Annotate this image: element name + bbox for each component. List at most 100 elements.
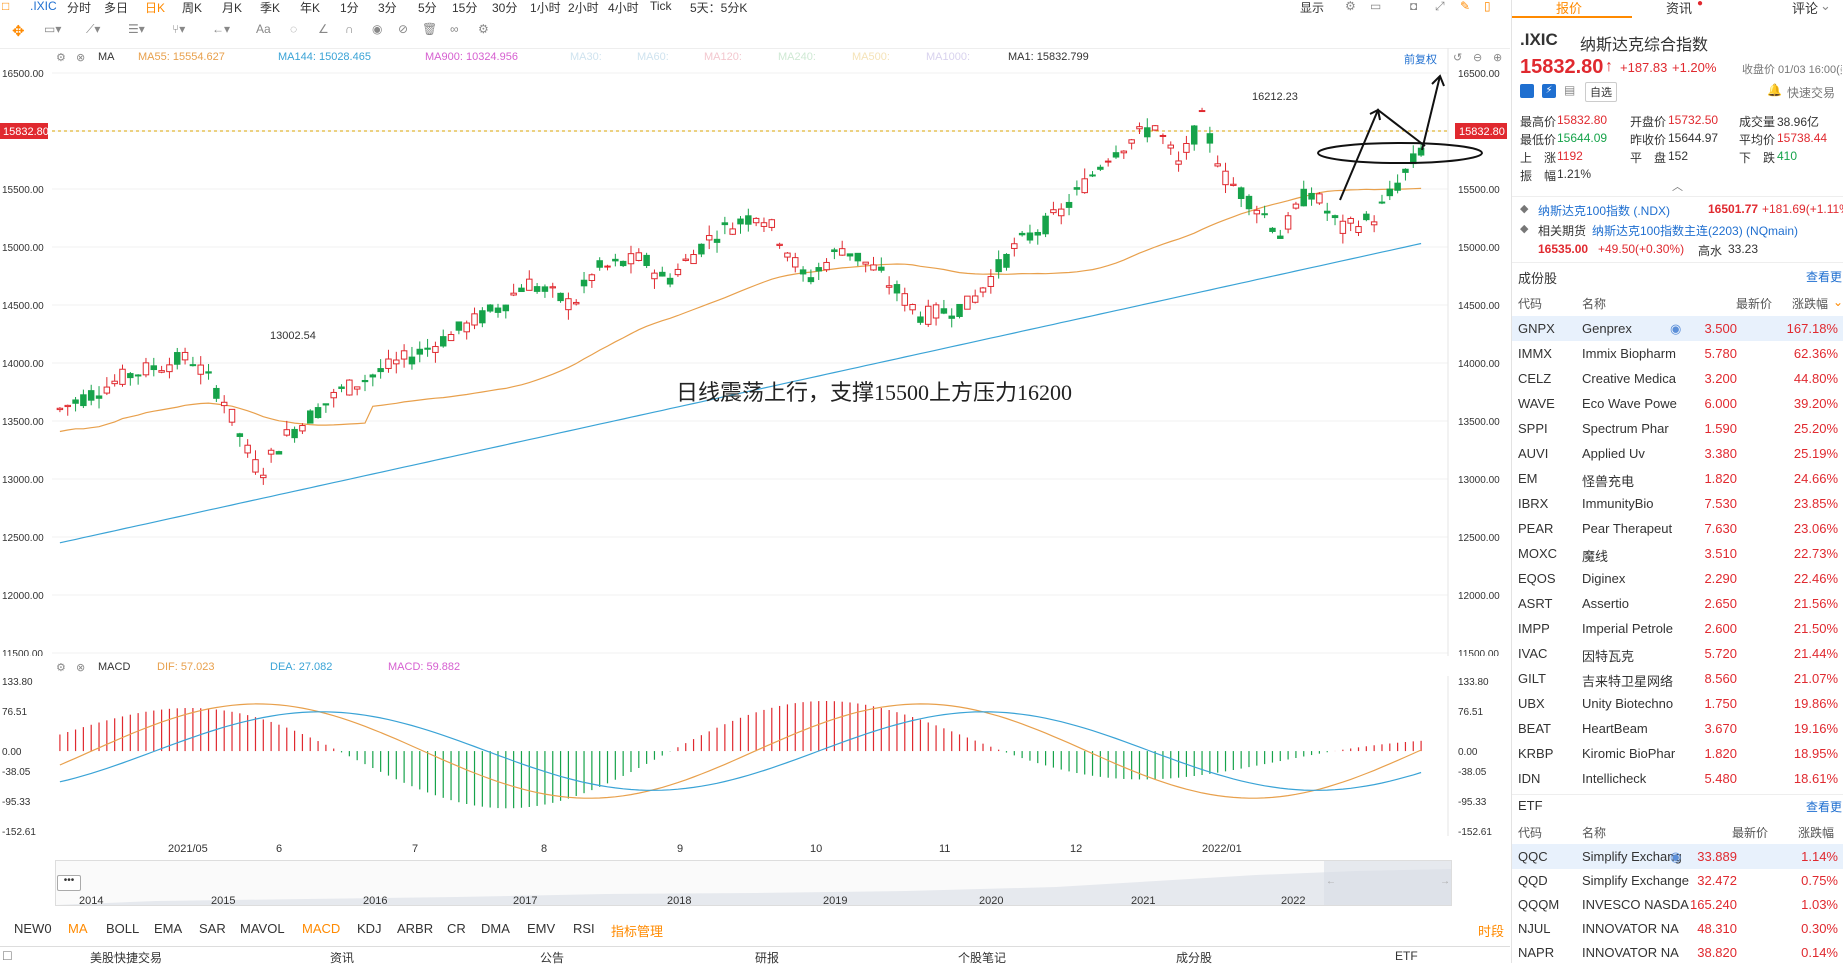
table-row[interactable]: CELZ Creative Medica 3.200 44.80% (1512, 366, 1843, 391)
table-row[interactable]: IMMX Immix Biopharm 5.780 62.36% (1512, 341, 1843, 366)
ruler-icon[interactable]: ∠ (318, 22, 329, 36)
checkbox-icon[interactable]: ☐ (2, 949, 13, 963)
quick-trade-button[interactable]: 快速交易 (1787, 84, 1835, 101)
close-icon[interactable]: ⊗ (76, 661, 85, 674)
hide-icon[interactable]: ⊘ (398, 22, 408, 36)
zoom-icon[interactable]: ⤢ (1435, 0, 1445, 14)
bolt-icon[interactable]: ⚡ (1542, 84, 1556, 98)
table-row[interactable]: NJUL INNOVATOR NA 48.310 0.30% (1512, 916, 1843, 941)
eye-icon[interactable]: ◉ (1670, 321, 1681, 337)
link-icon[interactable]: ∞ (450, 22, 459, 36)
period-tab[interactable]: 30分 (492, 0, 517, 16)
table-row[interactable]: EM 怪兽充电 1.820 24.66% (1512, 466, 1843, 491)
related-futures-name[interactable]: 纳斯达克100指数主连(2203) (NQmain) (1592, 222, 1798, 239)
table-row[interactable]: ASRT Assertio 2.650 21.56% (1512, 591, 1843, 616)
trash-icon[interactable]: 🗑 (422, 22, 437, 36)
tab-macd[interactable]: MACD (302, 921, 340, 936)
table-row[interactable]: PEAR Pear Therapeut 7.630 23.06% (1512, 516, 1843, 541)
table-row[interactable]: IMPP Imperial Petrole 2.600 21.50% (1512, 616, 1843, 641)
gear-icon[interactable]: ⚙ (56, 661, 66, 674)
table-row[interactable]: AUVI Applied Uv 3.380 25.19% (1512, 441, 1843, 466)
toolbar-symbol[interactable]: .IXIC (30, 0, 57, 13)
table-row[interactable]: MOXC 魔线 3.510 22.73% (1512, 541, 1843, 566)
candlestick-chart[interactable]: 16500.0016000.0015500.0015000.0014500.00… (0, 48, 1510, 656)
bookmark-icon[interactable]: ▯ (1484, 0, 1491, 13)
doc-icon[interactable]: ▤ (1564, 83, 1575, 97)
bell-icon[interactable]: 🔔 (1767, 83, 1782, 97)
period-tab[interactable]: 3分 (378, 0, 397, 16)
tab-ema[interactable]: EMA (154, 921, 182, 936)
period-tab[interactable]: 5天：5分K (690, 0, 747, 16)
table-row[interactable]: GILT 吉来特卫星网络 8.560 21.07% (1512, 666, 1843, 691)
tab-boll[interactable]: BOLL (106, 921, 139, 936)
macd-chart[interactable]: 133.80 133.80 76.51 76.51 0.00 0.00 -38.05 -38.… (0, 676, 1510, 858)
tab-mavol[interactable]: MAVOL (240, 921, 285, 936)
related-ndx-name[interactable]: 纳斯达克100指数 (.NDX) (1538, 202, 1670, 219)
chevron-down-icon[interactable]: ⌄ (1820, 0, 1831, 14)
tab-sar[interactable]: SAR (199, 921, 226, 936)
period-tab[interactable]: 周K (182, 0, 202, 16)
period-tab[interactable]: 多日 (104, 0, 128, 16)
tab-info[interactable]: 资讯 (1666, 0, 1692, 17)
period-tab[interactable]: 1小时 (530, 0, 561, 16)
table-row[interactable]: QQD Simplify Exchange 32.472 0.75% (1512, 868, 1843, 893)
rectangle-tool-icon[interactable]: ▭▾ (44, 22, 61, 36)
tab-new0[interactable]: NEW0 (14, 921, 52, 936)
tab-emv[interactable]: EMV (527, 921, 555, 936)
camera-icon[interactable]: ◘ (1410, 0, 1417, 13)
bottom-tab-notes[interactable]: 个股笔记 (958, 949, 1006, 966)
fork-tool-icon[interactable]: ⑂▾ (172, 22, 185, 36)
table-row[interactable]: EQOS Diginex 2.290 22.46% (1512, 566, 1843, 591)
period-tab[interactable]: 15分 (452, 0, 477, 16)
table-row[interactable]: WAVE Eco Wave Powe 6.000 39.20% (1512, 391, 1843, 416)
table-row[interactable]: BEAT HeartBeam 3.670 19.16% (1512, 716, 1843, 741)
tab-indicator-manage[interactable]: 指标管理 (611, 921, 663, 940)
bottom-tab-etf[interactable]: ETF (1395, 949, 1418, 963)
line-tool-icon[interactable]: ⟋▾ (86, 22, 100, 37)
settings-icon[interactable]: ⚙ (478, 22, 489, 36)
left-handle-icon[interactable]: ← (1326, 876, 1336, 887)
bottom-tab-research[interactable]: 研报 (755, 949, 779, 966)
table-row[interactable]: QQQM INVESCO NASDA 165.240 1.03% (1512, 892, 1843, 917)
period-tab-active[interactable]: 日K (145, 0, 165, 16)
col-change[interactable]: 涨跌幅 (1792, 295, 1828, 312)
table-row[interactable]: IBRX ImmunityBio 7.530 23.85% (1512, 491, 1843, 516)
period-tab[interactable]: 1分 (340, 0, 359, 16)
period-tab[interactable]: 4小时 (608, 0, 639, 16)
table-row[interactable]: IDN Intellicheck 5.480 18.61% (1512, 766, 1843, 791)
text-tool-icon[interactable]: Aa (256, 22, 271, 36)
eye-icon[interactable]: ◉ (372, 22, 382, 36)
tab-quote[interactable]: 报价 (1556, 0, 1582, 17)
tab-comments[interactable]: 评论 (1792, 0, 1818, 17)
etf-col-price[interactable]: 最新价 (1732, 824, 1768, 841)
tab-ma[interactable]: MA (68, 921, 88, 936)
etf-more[interactable]: 查看更 (1806, 798, 1842, 815)
eye-icon[interactable]: ◉ (1670, 849, 1681, 865)
table-row[interactable]: NAPR INNOVATOR NA 38.820 0.14% (1512, 940, 1843, 963)
period-tab[interactable]: 月K (222, 0, 242, 16)
right-handle-icon[interactable]: → (1440, 876, 1450, 887)
table-row[interactable]: GNPX Genprex 3.500 167.18% ◉ (1512, 316, 1843, 341)
collapse-icon[interactable]: ︿ (1672, 178, 1683, 194)
col-price[interactable]: 最新价 (1736, 295, 1772, 312)
period-tab[interactable]: 分时 (67, 0, 91, 16)
magnet-icon[interactable]: ∩ (345, 22, 354, 36)
crosshair-icon[interactable]: ✥ (12, 22, 25, 40)
display-menu[interactable]: 显示 (1300, 0, 1324, 16)
period-tab[interactable]: Tick (650, 0, 672, 13)
table-row[interactable]: QQC Simplify Exchang 33.889 1.14% ◉ (1512, 844, 1843, 869)
period-tab[interactable]: 5分 (418, 0, 437, 16)
tab-arbr[interactable]: ARBR (397, 921, 433, 936)
bottom-tab-announcements[interactable]: 公告 (540, 949, 564, 966)
etf-col-change[interactable]: 涨跌幅 (1798, 824, 1834, 841)
tab-kdj[interactable]: KDJ (357, 921, 382, 936)
time-range-button[interactable]: 时段 (1478, 921, 1504, 940)
tab-cr[interactable]: CR (447, 921, 466, 936)
period-tab[interactable]: 季K (260, 0, 280, 16)
comment-icon[interactable]: ◌ (290, 22, 297, 36)
watchlist-button[interactable]: 自选 (1585, 82, 1617, 102)
layout-icon[interactable]: ▭ (1370, 0, 1381, 13)
table-row[interactable]: UBX Unity Biotechno 1.750 19.86% (1512, 691, 1843, 716)
bottom-tab-constituents[interactable]: 成分股 (1176, 949, 1212, 966)
bottom-tab-news[interactable]: 资讯 (330, 949, 354, 966)
